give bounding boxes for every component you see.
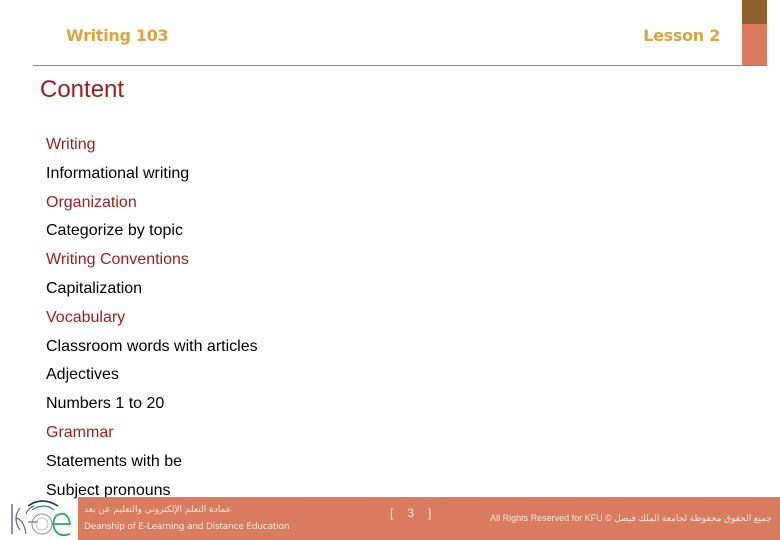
outline-item: Categorize by topic — [46, 222, 183, 240]
lesson-title: Lesson 2 — [643, 26, 720, 45]
footer-deanship: Deanship of E-Learning and Distance Educ… — [84, 522, 290, 532]
accent-bar-bottom — [742, 24, 767, 66]
outline-heading: Grammar — [46, 423, 114, 441]
outline-item: Numbers 1 to 20 — [46, 395, 165, 413]
header-divider — [33, 65, 767, 66]
page-number: [ 3 ] — [390, 506, 431, 520]
outline-item: Statements with be — [46, 452, 183, 470]
kfu-logo-icon — [11, 500, 72, 537]
outline-heading: Writing Conventions — [46, 251, 189, 269]
outline-heading: Vocabulary — [46, 308, 126, 326]
footer-copyright: All Rights Reserved for KFU © جميع الحقو… — [490, 513, 772, 523]
slide-title: Content — [40, 76, 125, 103]
outline-item: Adjectives — [46, 366, 119, 384]
content-outline: Writing Informational writing Organizati… — [46, 131, 258, 505]
outline-item: Informational writing — [46, 164, 190, 182]
outline-heading: Organization — [46, 193, 137, 211]
page-bracket-open: [ — [390, 506, 394, 520]
outline-item: Capitalization — [46, 279, 143, 297]
outline-item: Classroom words with articles — [46, 337, 258, 355]
outline-heading: Writing — [46, 136, 96, 153]
footer-arabic-deanship: عمادة التعلم الإلكتروني والتعليم عن بعد — [84, 505, 232, 515]
course-title: Writing 103 — [66, 26, 169, 45]
page-number-value: 3 — [407, 506, 415, 520]
accent-bar-top — [742, 0, 767, 24]
page-bracket-close: ] — [428, 506, 432, 520]
